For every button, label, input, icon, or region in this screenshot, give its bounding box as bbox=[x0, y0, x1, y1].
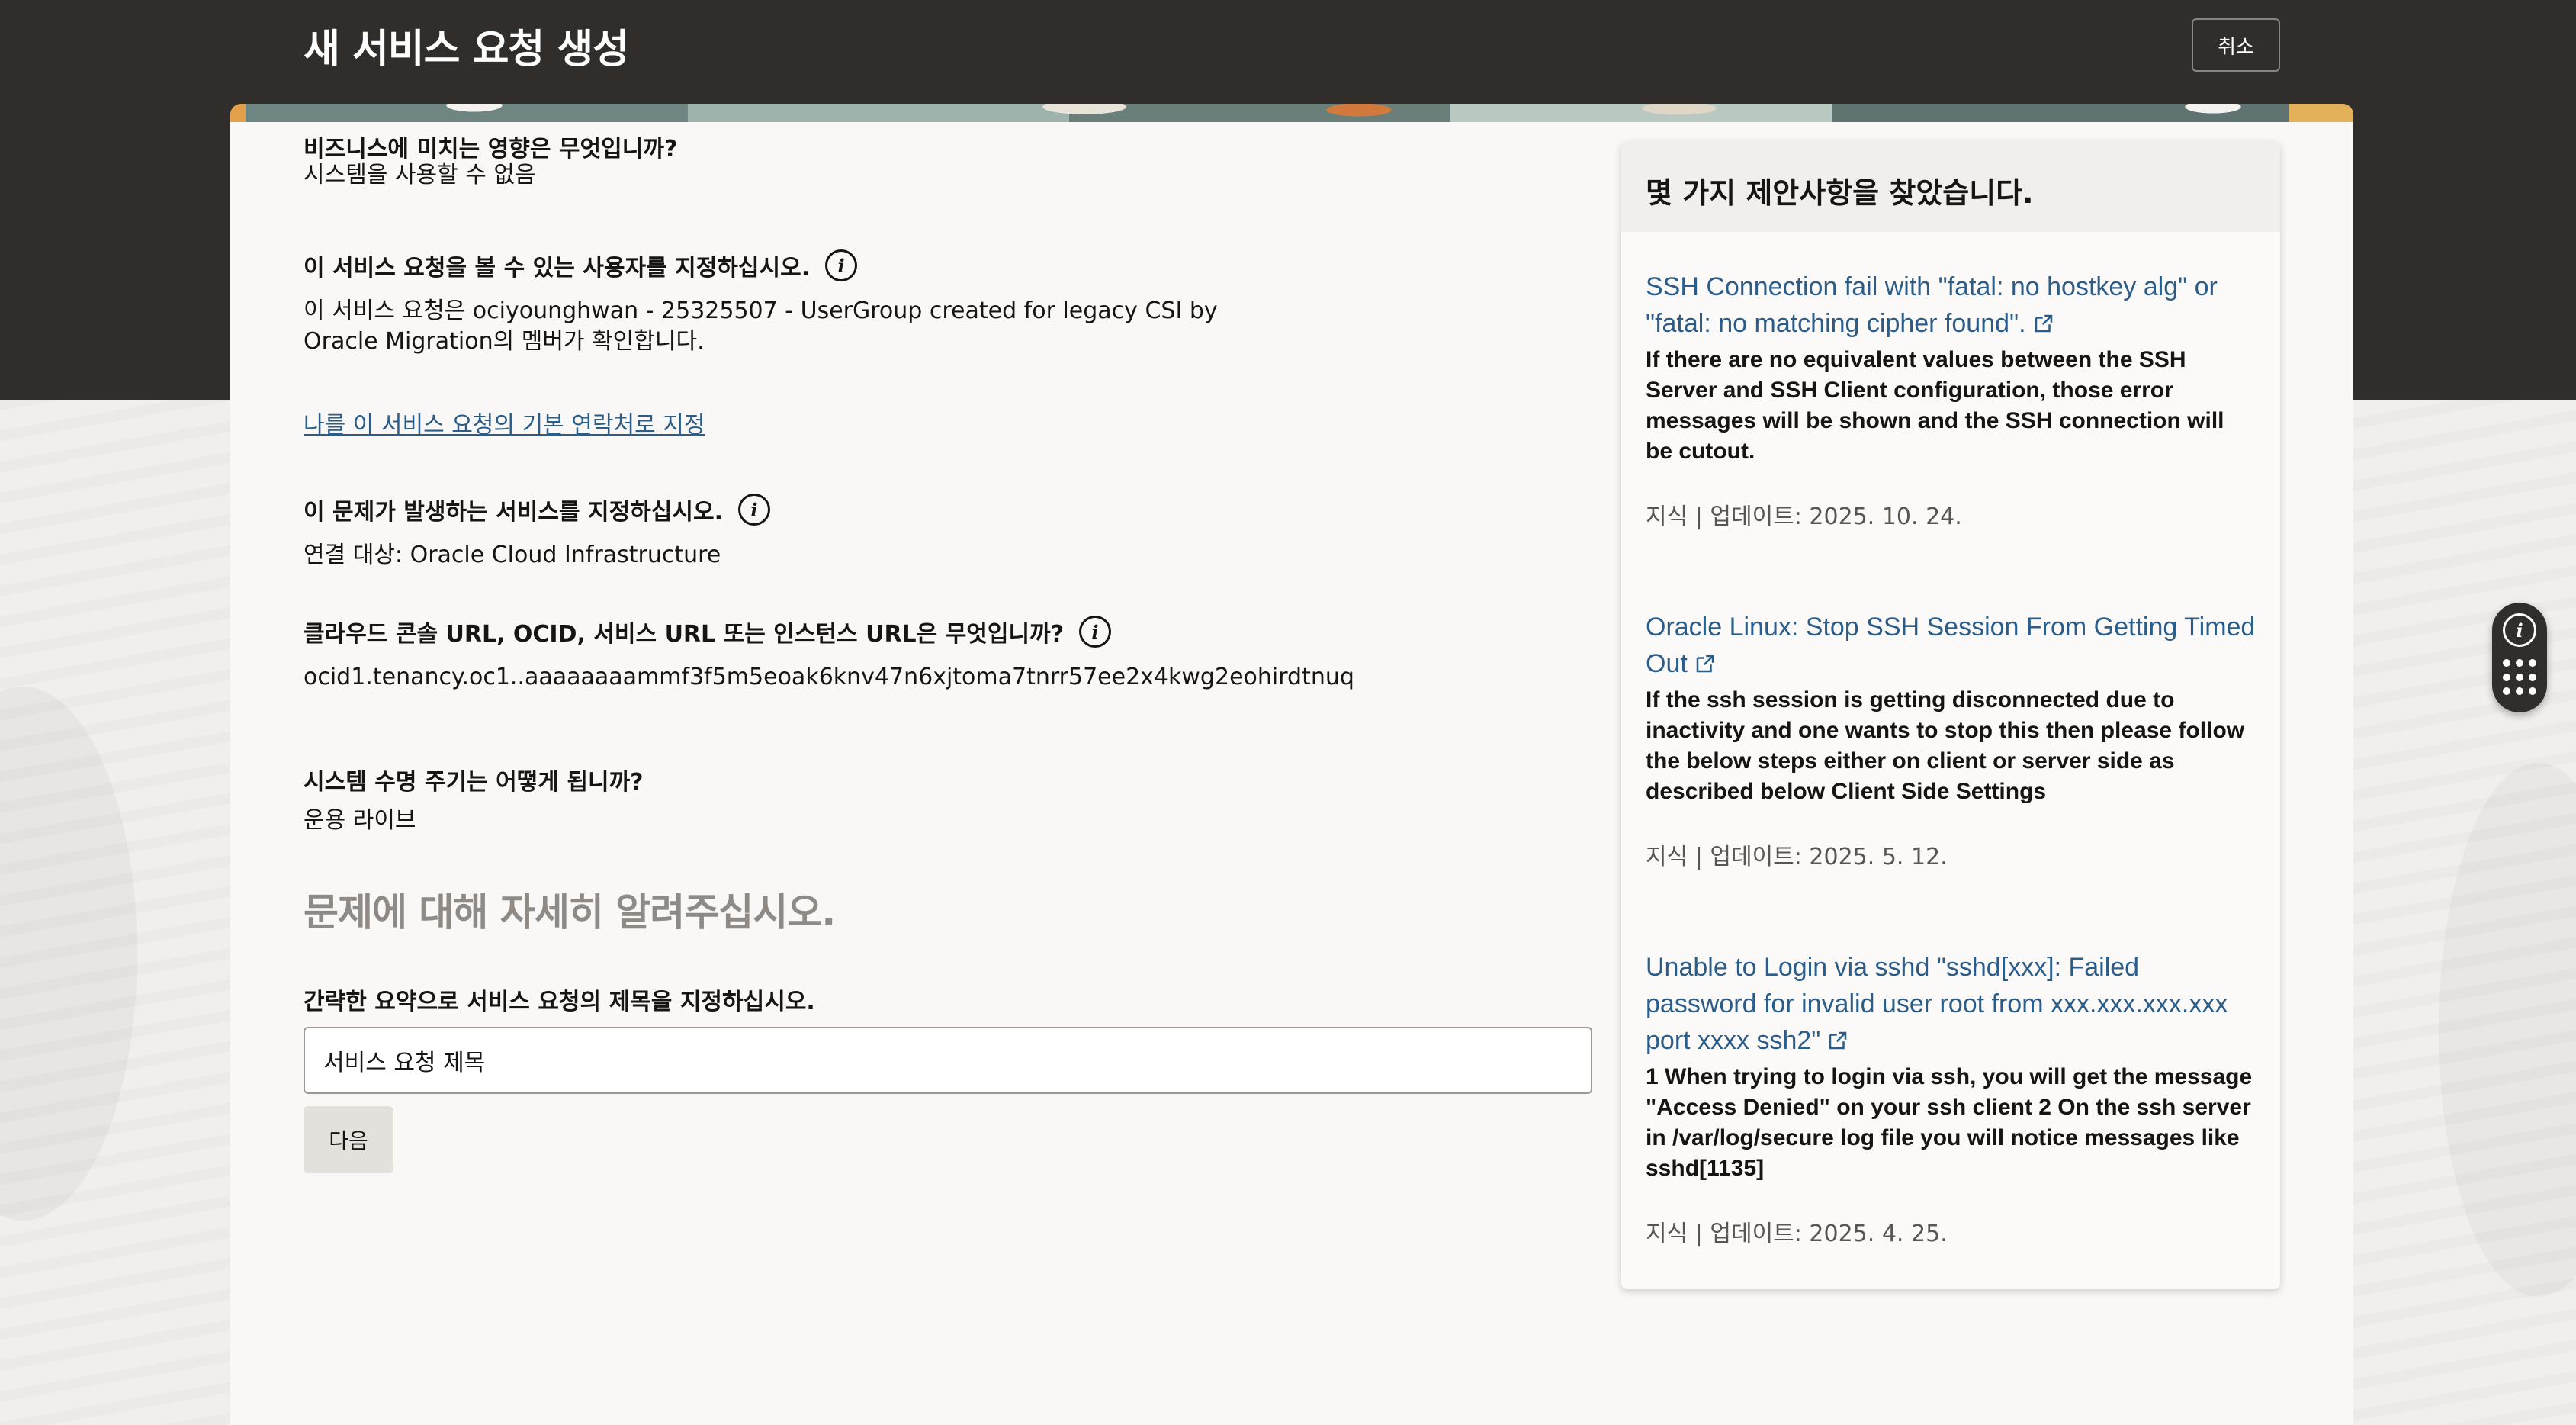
info-icon[interactable]: i bbox=[2503, 613, 2536, 647]
visibility-value: 이 서비스 요청은 ociyounghwan - 25325507 - User… bbox=[304, 296, 1218, 357]
service-label: 이 문제가 발생하는 서비스를 지정하십시오. bbox=[304, 499, 723, 526]
suggestion-title[interactable]: Unable to Login via sshd "sshd[xxx]: Fai… bbox=[1646, 953, 2228, 1055]
suggestion-desc: 1 When trying to login via ssh, you will… bbox=[1646, 1064, 2253, 1181]
suggestion-link[interactable]: Oracle Linux: Stop SSH Session From Gett… bbox=[1646, 609, 2256, 682]
service-label-row: 이 문제가 발생하는 서비스를 지정하십시오. i bbox=[304, 493, 770, 526]
suggestion-link[interactable]: SSH Connection fail with "fatal: no host… bbox=[1646, 269, 2256, 342]
lifecycle-value: 운용 라이브 bbox=[304, 807, 416, 834]
visibility-label-row: 이 서비스 요청을 볼 수 있는 사용자를 지정하십시오. i bbox=[304, 249, 858, 282]
suggestion-title[interactable]: SSH Connection fail with "fatal: no host… bbox=[1646, 272, 2218, 338]
summary-title-input[interactable]: 서비스 요청 제목 bbox=[304, 1027, 1592, 1094]
suggestion-title[interactable]: Oracle Linux: Stop SSH Session From Gett… bbox=[1646, 613, 2255, 678]
cloud-url-value: ocid1.tenancy.oc1..aaaaaaaammf3f5m5eoak6… bbox=[304, 664, 1354, 690]
cancel-button[interactable]: 취소 bbox=[2192, 18, 2280, 72]
primary-contact-link[interactable]: 나를 이 서비스 요청의 기본 연락처로 지정 bbox=[304, 406, 705, 439]
apps-grid-icon[interactable] bbox=[2503, 659, 2536, 697]
help-widget[interactable]: i bbox=[2492, 603, 2547, 712]
next-button[interactable]: 다음 bbox=[304, 1106, 393, 1173]
suggestion-item: Unable to Login via sshd "sshd[xxx]: Fai… bbox=[1646, 949, 2256, 1248]
cloud-url-label: 클라우드 콘솔 URL, OCID, 서비스 URL 또는 인스턴스 URL은 … bbox=[304, 621, 1065, 648]
decorative-banner bbox=[230, 104, 2353, 122]
suggestions-header: 몇 가지 제안사항을 찾았습니다. bbox=[1621, 142, 2280, 232]
suggestion-meta: 지식 | 업데이트: 2025. 4. 25. bbox=[1646, 1221, 1948, 1247]
page-title: 새 서비스 요청 생성 bbox=[304, 27, 629, 72]
cloud-url-label-row: 클라우드 콘솔 URL, OCID, 서비스 URL 또는 인스턴스 URL은 … bbox=[304, 615, 1112, 648]
suggestion-meta: 지식 | 업데이트: 2025. 5. 12. bbox=[1646, 844, 1948, 870]
lifecycle-label: 시스템 수명 주기는 어떻게 됩니까? bbox=[304, 769, 644, 796]
external-link-icon bbox=[1696, 655, 1714, 673]
service-value: 연결 대상: Oracle Cloud Infrastructure bbox=[304, 542, 721, 568]
info-icon[interactable]: i bbox=[1079, 616, 1112, 648]
suggestions-title: 몇 가지 제안사항을 찾았습니다. bbox=[1646, 176, 2034, 210]
impact-label: 비즈니스에 미치는 영향은 무엇입니까? bbox=[304, 136, 678, 162]
info-icon[interactable]: i bbox=[825, 249, 858, 281]
external-link-icon bbox=[2035, 314, 2052, 333]
suggestion-meta: 지식 | 업데이트: 2025. 10. 24. bbox=[1646, 503, 1962, 530]
page-container: 새 서비스 요청 생성 취소 비즈니스에 미치는 영향은 무엇입니까? 시스템을… bbox=[230, 0, 2353, 1425]
visibility-value-line1: 이 서비스 요청은 ociyounghwan - 25325507 - User… bbox=[304, 298, 1218, 324]
summary-label: 간략한 요약으로 서비스 요청의 제목을 지정하십시오. bbox=[304, 989, 815, 1015]
impact-value: 시스템을 사용할 수 없음 bbox=[304, 162, 536, 188]
page-header: 새 서비스 요청 생성 취소 bbox=[230, 0, 2353, 104]
suggestion-desc: If there are no equivalent values betwee… bbox=[1646, 347, 2224, 464]
details-heading: 문제에 대해 자세히 알려주십시오. bbox=[304, 890, 836, 934]
suggestion-desc: If the ssh session is getting disconnect… bbox=[1646, 687, 2245, 804]
main-content: 비즈니스에 미치는 영향은 무엇입니까? 시스템을 사용할 수 없음 이 서비스… bbox=[230, 122, 2353, 1425]
info-icon[interactable]: i bbox=[737, 494, 770, 526]
visibility-label: 이 서비스 요청을 볼 수 있는 사용자를 지정하십시오. bbox=[304, 255, 811, 281]
suggestion-item: Oracle Linux: Stop SSH Session From Gett… bbox=[1646, 609, 2256, 871]
external-link-icon bbox=[1829, 1031, 1847, 1050]
suggestion-item: SSH Connection fail with "fatal: no host… bbox=[1646, 269, 2256, 531]
suggestions-panel: 몇 가지 제안사항을 찾았습니다. SSH Connection fail wi… bbox=[1621, 142, 2280, 1289]
suggestion-link[interactable]: Unable to Login via sshd "sshd[xxx]: Fai… bbox=[1646, 949, 2256, 1059]
visibility-value-line2: Oracle Migration의 멤버가 확인합니다. bbox=[304, 328, 705, 355]
